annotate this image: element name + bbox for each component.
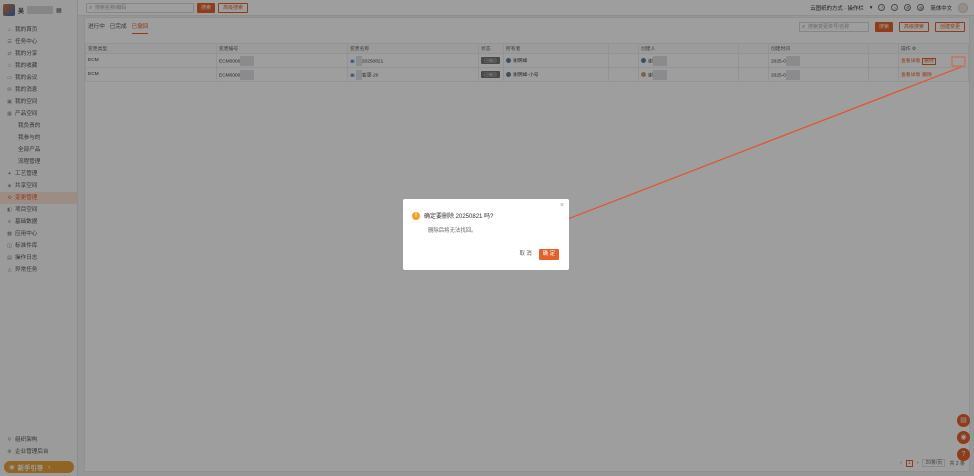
close-icon[interactable]: × xyxy=(560,202,564,209)
cancel-button[interactable]: 取 消 xyxy=(516,249,534,260)
dialog-title: 确定要删除 20250821 吗? xyxy=(424,214,494,220)
dialog-message: 删除后将无法找回。 xyxy=(428,228,477,234)
dialog-title-row: ! 确定要删除 20250821 吗? xyxy=(412,211,493,220)
warning-icon: ! xyxy=(412,211,420,220)
confirm-button[interactable]: 确 定 xyxy=(538,249,559,260)
arrow-line xyxy=(559,66,962,223)
dialog-actions: 取 消 确 定 xyxy=(516,249,559,260)
highlight-box xyxy=(951,56,966,67)
confirm-dialog: × ! 确定要删除 20250821 吗? 删除后将无法找回。 取 消 确 定 xyxy=(403,199,569,270)
